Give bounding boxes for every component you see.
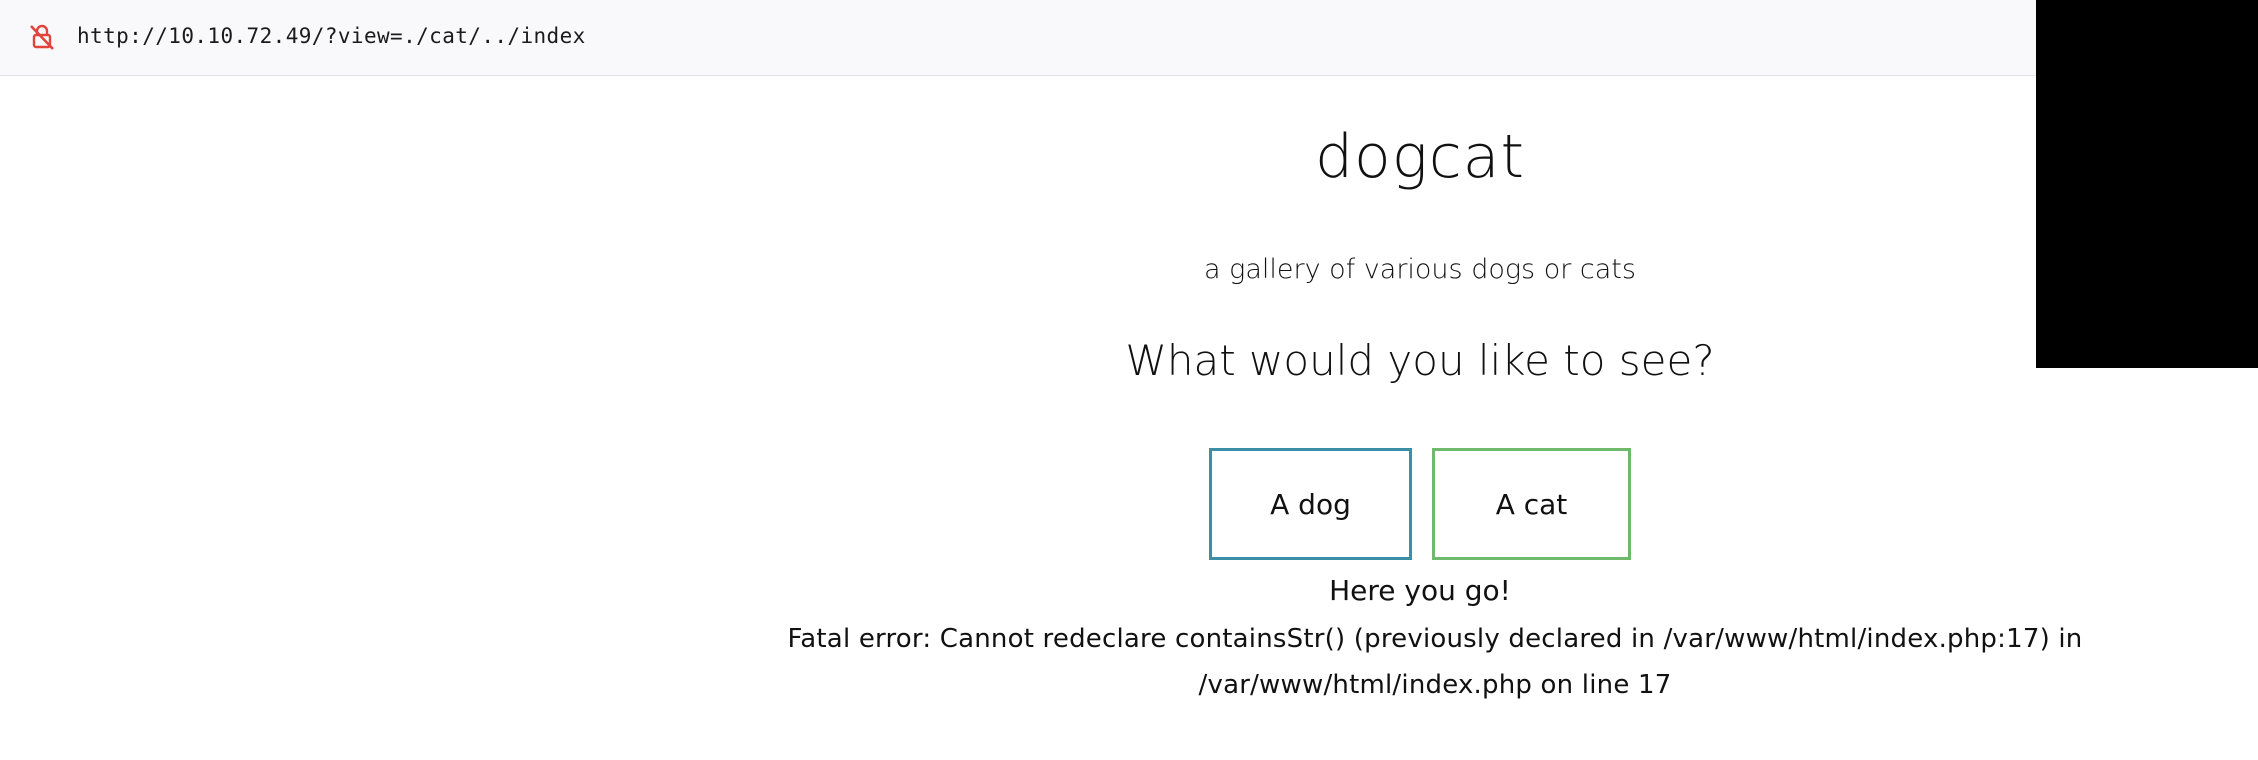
page-content: dogcat a gallery of various dogs or cats… (0, 76, 2083, 760)
url-text[interactable]: http://10.10.72.49/?view=./cat/../index (77, 24, 586, 48)
page-subtitle: a gallery of various dogs or cats (1204, 254, 1636, 285)
page-title: dogcat (1314, 122, 1526, 192)
browser-viewport: http://10.10.72.49/?view=./cat/../index … (0, 0, 2258, 760)
cat-button[interactable]: A cat (1432, 448, 1631, 560)
insecure-lock-icon[interactable] (27, 22, 57, 52)
fatal-error-message: Fatal error: Cannot redeclare containsSt… (787, 624, 2083, 700)
address-bar[interactable]: http://10.10.72.49/?view=./cat/../index (0, 0, 2258, 76)
result-text: Here you go! (1329, 574, 1511, 607)
question-heading: What would you like to see? (1125, 336, 1715, 385)
dog-button[interactable]: A dog (1209, 448, 1412, 560)
